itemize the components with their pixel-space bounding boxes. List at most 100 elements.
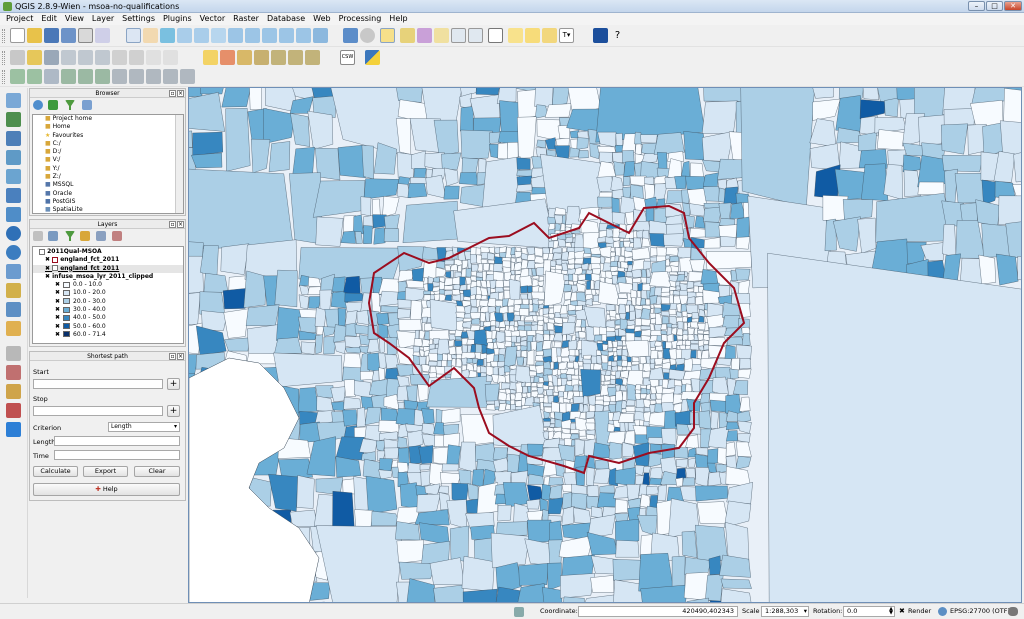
- add-wcs-layer-icon[interactable]: [6, 226, 21, 241]
- add-delimited-text-icon[interactable]: [6, 264, 21, 279]
- add-part-icon[interactable]: [95, 69, 110, 84]
- legend-class-row[interactable]: ✖ 0.0 - 10.0: [33, 281, 183, 289]
- add-ring-icon[interactable]: [78, 69, 93, 84]
- help-button[interactable]: ✚ Help: [33, 483, 180, 496]
- node-tool-icon[interactable]: [95, 50, 110, 65]
- crs-globe-icon[interactable]: [938, 607, 947, 616]
- legend-class-row[interactable]: ✖ 60.0 - 71.4: [33, 331, 183, 339]
- rotate-feature-icon[interactable]: [44, 69, 59, 84]
- save-as-icon[interactable]: [61, 28, 76, 43]
- statistical-summary-icon[interactable]: [468, 28, 483, 43]
- menu-help[interactable]: Help: [385, 13, 411, 25]
- refresh-icon[interactable]: [33, 100, 43, 110]
- add-vector-layer-icon[interactable]: [6, 93, 21, 108]
- calculate-button[interactable]: Calculate: [33, 466, 78, 477]
- minimize-button[interactable]: –: [968, 1, 985, 11]
- add-selected-layers-icon[interactable]: [48, 100, 58, 110]
- current-edits-icon[interactable]: [10, 50, 25, 65]
- menu-raster[interactable]: Raster: [229, 13, 263, 25]
- menu-view[interactable]: View: [61, 13, 88, 25]
- browser-item[interactable]: ■ Home: [33, 123, 183, 131]
- close-panel-button[interactable]: ×: [177, 353, 184, 360]
- float-panel-button[interactable]: ▫: [169, 353, 176, 360]
- csw-icon[interactable]: CSW: [340, 50, 355, 65]
- composer-manager-icon[interactable]: [95, 28, 110, 43]
- legend-class-row[interactable]: ✖ 30.0 - 40.0: [33, 306, 183, 314]
- reshape-features-icon[interactable]: [146, 69, 161, 84]
- browser-scrollbar[interactable]: [175, 115, 183, 213]
- close-panel-button[interactable]: ×: [177, 221, 184, 228]
- group-checkbox[interactable]: [39, 248, 45, 255]
- delete-part-icon[interactable]: [129, 69, 144, 84]
- zoom-to-selection-icon[interactable]: [245, 28, 260, 43]
- criterion-select[interactable]: Length ▾: [108, 422, 180, 432]
- pan-to-selection-icon[interactable]: [160, 28, 175, 43]
- remove-layer-icon[interactable]: [112, 231, 122, 241]
- add-postgis-layer-icon[interactable]: [6, 131, 21, 146]
- measure-line-icon[interactable]: [488, 28, 503, 43]
- expand-all-icon[interactable]: [96, 231, 106, 241]
- new-print-composer-icon[interactable]: [78, 28, 93, 43]
- add-mssql-layer-icon[interactable]: [6, 169, 21, 184]
- scale-select[interactable]: 1:288,303 ▾: [761, 606, 809, 617]
- label-tool-icon[interactable]: [203, 50, 218, 65]
- python-console-icon[interactable]: [365, 50, 380, 65]
- menu-processing[interactable]: Processing: [335, 13, 386, 25]
- simplify-feature-icon[interactable]: [61, 69, 76, 84]
- render-checkbox[interactable]: ✖: [899, 606, 905, 617]
- class-checkbox[interactable]: ✖: [55, 323, 60, 330]
- hand-pan-icon[interactable]: [143, 28, 158, 43]
- delete-selected-icon[interactable]: [112, 50, 127, 65]
- move-feature-icon[interactable]: [78, 50, 93, 65]
- float-panel-button[interactable]: ▫: [169, 221, 176, 228]
- legend-class-row[interactable]: ✖ 10.0 - 20.0: [33, 289, 183, 297]
- delete-ring-icon[interactable]: [112, 69, 127, 84]
- zoom-out-icon[interactable]: [194, 28, 209, 43]
- map-canvas[interactable]: [188, 87, 1022, 603]
- layer-row-selected[interactable]: ✖ england_fct_2011: [33, 264, 183, 273]
- select-by-expression-icon[interactable]: [417, 28, 432, 43]
- zoom-native-icon[interactable]: [211, 28, 226, 43]
- class-checkbox[interactable]: ✖: [55, 281, 60, 288]
- export-button[interactable]: Export: [83, 466, 128, 477]
- save-layer-edits-icon[interactable]: [44, 50, 59, 65]
- menu-vector[interactable]: Vector: [196, 13, 230, 25]
- class-checkbox[interactable]: ✖: [55, 314, 60, 321]
- redo-icon[interactable]: [27, 69, 42, 84]
- browser-item[interactable]: ■ Oracle: [33, 190, 183, 198]
- new-bookmark-icon[interactable]: [525, 28, 540, 43]
- gps-tools-icon[interactable]: [6, 422, 21, 437]
- menu-plugins[interactable]: Plugins: [159, 13, 196, 25]
- messages-toggle-icon[interactable]: [514, 607, 524, 617]
- filter-browser-icon[interactable]: [65, 100, 75, 110]
- visibility-eye-icon[interactable]: [48, 231, 58, 241]
- menu-database[interactable]: Database: [263, 13, 309, 25]
- rotate-label-icon[interactable]: [288, 50, 303, 65]
- browser-item[interactable]: ■ D:/: [33, 148, 183, 156]
- pin-labels-icon[interactable]: [237, 50, 252, 65]
- class-checkbox[interactable]: ✖: [55, 306, 60, 313]
- zoom-in-icon[interactable]: [177, 28, 192, 43]
- select-features-icon[interactable]: [380, 28, 395, 43]
- crs-status[interactable]: EPSG:27700 (OTF): [950, 606, 1010, 617]
- new-shapefile-icon[interactable]: [6, 321, 21, 336]
- choropleth-map[interactable]: [189, 88, 1022, 603]
- add-spatialite-layer-icon[interactable]: [6, 150, 21, 165]
- add-group-icon[interactable]: [80, 231, 90, 241]
- browser-item[interactable]: ★ Favourites: [33, 132, 183, 140]
- show-bookmarks-icon[interactable]: [542, 28, 557, 43]
- layer-checkbox[interactable]: ✖: [45, 256, 50, 263]
- new-project-icon[interactable]: [10, 28, 25, 43]
- browser-item[interactable]: ■ Z:/: [33, 173, 183, 181]
- coordinate-field[interactable]: 420490,402343: [578, 606, 738, 617]
- float-panel-button[interactable]: ▫: [169, 90, 176, 97]
- add-wms-layer-icon[interactable]: [6, 207, 21, 222]
- save-project-icon[interactable]: [44, 28, 59, 43]
- layer-styling-icon[interactable]: [33, 231, 43, 241]
- layer-labeling-icon[interactable]: [220, 50, 235, 65]
- browser-item[interactable]: ■ PostGIS: [33, 198, 183, 206]
- class-checkbox[interactable]: ✖: [55, 289, 60, 296]
- pan-map-icon[interactable]: [126, 28, 141, 43]
- capture-start-button[interactable]: +: [167, 378, 180, 390]
- browser-item[interactable]: ■ V:/: [33, 156, 183, 164]
